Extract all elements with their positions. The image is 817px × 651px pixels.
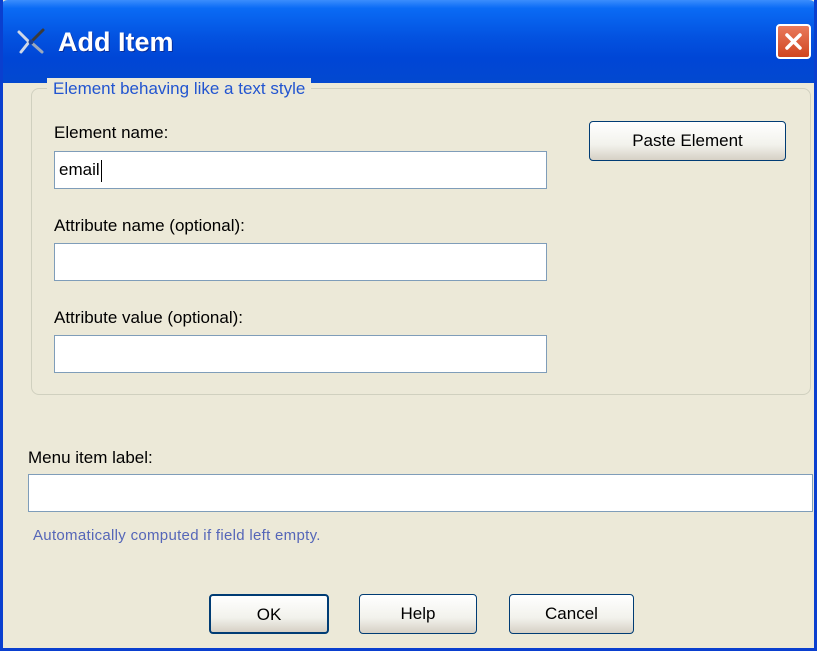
attribute-value-label: Attribute value (optional):: [54, 308, 243, 327]
element-name-value: email: [59, 160, 100, 179]
element-name-field[interactable]: email: [54, 151, 547, 189]
group-legend: Element behaving like a text style: [47, 78, 312, 100]
help-button[interactable]: Help: [359, 594, 477, 634]
add-item-dialog: Add Item Element behaving like a text st…: [0, 0, 817, 651]
menu-item-label-field[interactable]: [28, 474, 813, 512]
title-bar[interactable]: Add Item: [3, 0, 814, 83]
ok-button[interactable]: OK: [209, 594, 329, 634]
app-x-icon: [17, 28, 45, 54]
menu-item-label: Menu item label:: [28, 448, 153, 467]
dialog-title: Add Item: [58, 27, 174, 57]
paste-element-button[interactable]: Paste Element: [589, 121, 786, 161]
attribute-name-field[interactable]: [54, 243, 547, 281]
close-button[interactable]: [776, 24, 811, 59]
element-name-label: Element name:: [54, 123, 169, 142]
close-icon: [785, 33, 802, 50]
text-caret: [100, 159, 102, 182]
cancel-button[interactable]: Cancel: [509, 594, 634, 634]
attribute-value-field[interactable]: [54, 335, 547, 373]
attribute-name-label: Attribute name (optional):: [54, 216, 245, 235]
menu-item-hint: Automatically computed if field left emp…: [33, 527, 321, 544]
